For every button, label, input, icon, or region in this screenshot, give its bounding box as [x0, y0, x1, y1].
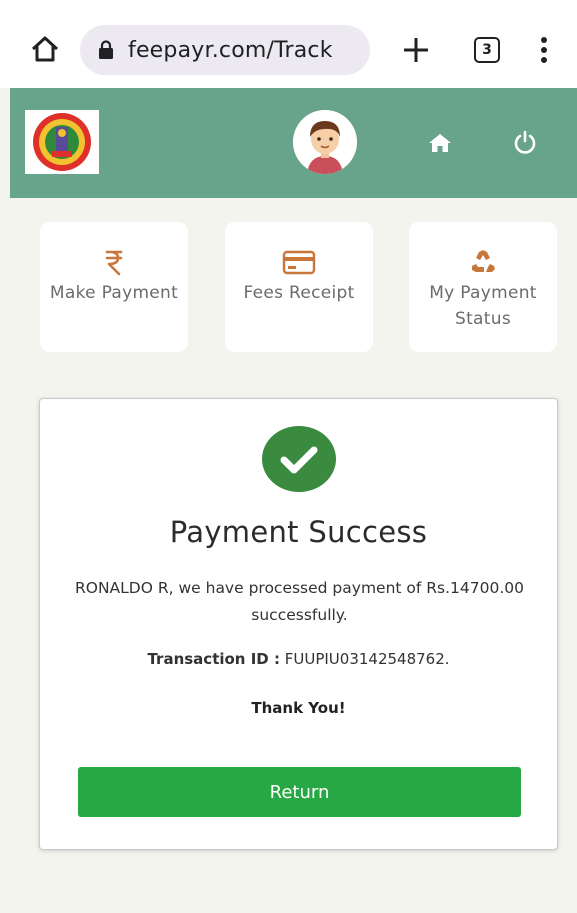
emblem-icon — [33, 113, 91, 171]
success-check-icon — [262, 426, 336, 492]
success-title: Payment Success — [169, 515, 428, 549]
payment-success-card: Payment Success RONALDO R, we have proce… — [39, 398, 558, 850]
payment-status-label: My Payment Status — [429, 283, 537, 329]
home-icon[interactable] — [30, 34, 60, 64]
home-nav-icon[interactable] — [428, 132, 452, 154]
transaction-id-value: FUUPIU03142548762. — [284, 650, 450, 668]
success-message: RONALDO R, we have processed payment of … — [74, 579, 525, 624]
return-button[interactable]: Return — [78, 767, 521, 817]
avatar-icon — [293, 110, 357, 174]
lock-icon — [99, 40, 113, 59]
make-payment-tile[interactable]: Make Payment — [40, 222, 188, 352]
transaction-id: Transaction ID : FUUPIU03142548762. — [40, 650, 557, 668]
make-payment-label: Make Payment — [49, 283, 179, 303]
recycle-icon — [472, 250, 495, 272]
rupee-icon — [105, 250, 123, 276]
transaction-id-label: Transaction ID : — [147, 650, 280, 668]
app-header — [10, 88, 577, 198]
logout-power-icon[interactable] — [513, 130, 537, 154]
browser-toolbar: feepayr.com/Track 3 — [0, 0, 577, 88]
more-vert-icon[interactable] — [538, 36, 550, 64]
user-avatar[interactable] — [293, 110, 357, 174]
url-text: feepayr.com/Track — [128, 37, 333, 63]
thank-you-text: Thank You! — [251, 699, 346, 717]
fees-receipt-label: Fees Receipt — [243, 283, 355, 303]
tab-switcher-button[interactable]: 3 — [474, 37, 500, 63]
fees-receipt-tile[interactable]: Fees Receipt — [225, 222, 373, 352]
institution-logo — [25, 110, 99, 174]
tab-count: 3 — [482, 42, 492, 58]
credit-card-icon — [282, 250, 316, 275]
address-bar[interactable]: feepayr.com/Track — [80, 25, 370, 75]
payment-status-tile[interactable]: My Payment Status — [409, 222, 557, 352]
new-tab-icon[interactable] — [402, 36, 430, 64]
